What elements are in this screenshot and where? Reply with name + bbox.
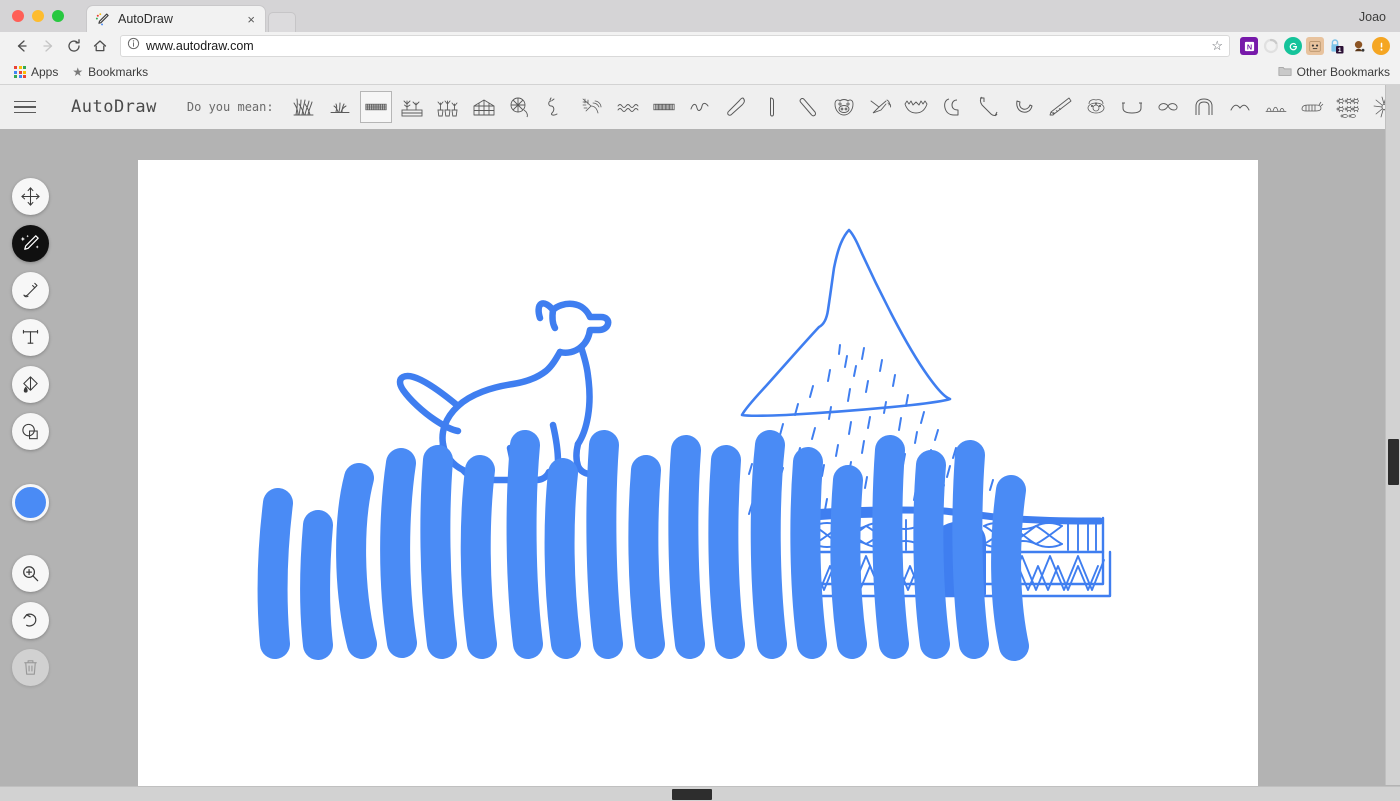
suggestion-squiggle[interactable]	[684, 91, 716, 123]
lastpass-extension-icon[interactable]: 1	[1328, 37, 1346, 55]
folder-icon	[1278, 65, 1292, 80]
browser-tab-autodraw[interactable]: AutoDraw ×	[86, 5, 266, 32]
close-window-button[interactable]	[12, 10, 24, 22]
loading-spinner-extension-icon[interactable]	[1262, 37, 1280, 55]
autodraw-tool[interactable]	[12, 225, 49, 262]
autodraw-pencil-icon	[95, 12, 110, 27]
alert-extension-icon[interactable]	[1372, 37, 1390, 55]
suggestion-bat[interactable]	[900, 91, 932, 123]
suggestion-flexed-arm[interactable]	[936, 91, 968, 123]
onenote-extension-icon[interactable]: N	[1240, 37, 1258, 55]
browser-toolbar: www.autodraw.com ☆ N 1	[0, 32, 1400, 60]
zoom-tool[interactable]	[12, 555, 49, 592]
bookmark-star-icon[interactable]: ☆	[1211, 38, 1223, 54]
window-traffic-lights	[0, 10, 64, 32]
suggestion-bird-silhouette[interactable]	[1224, 91, 1256, 123]
close-tab-button[interactable]: ×	[245, 13, 257, 26]
url-text[interactable]: www.autodraw.com	[146, 39, 1205, 53]
suggestion-fence[interactable]	[359, 91, 392, 123]
other-bookmarks-label: Other Bookmarks	[1296, 65, 1390, 79]
zoom-window-button[interactable]	[52, 10, 64, 22]
rail-divider-2	[12, 531, 49, 545]
suggestion-grass-short[interactable]	[324, 91, 356, 123]
suggestion-waves[interactable]	[612, 91, 644, 123]
suggestion-banana[interactable]	[1008, 91, 1040, 123]
profile-name[interactable]: Joao	[1359, 10, 1386, 24]
suggestion-greenhouse[interactable]	[468, 91, 500, 123]
extensions-area: N 1	[1238, 37, 1390, 55]
tool-rail	[12, 178, 49, 686]
forward-button[interactable]	[36, 34, 60, 58]
address-bar[interactable]: www.autodraw.com ☆	[120, 35, 1230, 57]
vertical-scrollbar-thumb[interactable]	[1388, 439, 1399, 485]
hamburger-menu-icon[interactable]	[14, 92, 44, 122]
bookmarks-folder-shortcut[interactable]: ★ Bookmarks	[68, 65, 152, 79]
apps-label: Apps	[31, 65, 59, 79]
suggestion-ants[interactable]	[1332, 91, 1364, 123]
svg-text:N: N	[1246, 42, 1251, 51]
background-tab-stub[interactable]	[268, 12, 296, 32]
suggestion-saw[interactable]	[1044, 91, 1076, 123]
svg-text:1: 1	[1338, 47, 1342, 54]
grammarly-extension-icon[interactable]	[1284, 37, 1302, 55]
suggestion-pig-face[interactable]	[828, 91, 860, 123]
suggestion-bowl[interactable]	[1116, 91, 1148, 123]
suggestion-nail-file[interactable]	[756, 91, 788, 123]
suggestion-rotary-phone[interactable]	[1080, 91, 1112, 123]
delete-tool[interactable]	[12, 649, 49, 686]
home-button[interactable]	[88, 34, 112, 58]
suggestion-list	[286, 91, 1400, 123]
other-bookmarks-shortcut[interactable]: Other Bookmarks	[1278, 65, 1390, 80]
color-picker[interactable]	[12, 484, 49, 521]
suggestion-grass-tall[interactable]	[288, 91, 320, 123]
suggestion-arch[interactable]	[1188, 91, 1220, 123]
browser-window: AutoDraw × Joao www.autodraw.com ☆ N 1 A…	[0, 0, 1400, 801]
text-tool[interactable]	[12, 319, 49, 356]
bookmarks-label: Bookmarks	[88, 65, 149, 79]
undo-tool[interactable]	[12, 602, 49, 639]
suggestion-baseball-bat[interactable]	[720, 91, 752, 123]
suggestion-comb[interactable]	[648, 91, 680, 123]
reload-button[interactable]	[62, 34, 86, 58]
tab-strip: AutoDraw × Joao	[0, 0, 1400, 32]
suggestion-planter-box[interactable]	[396, 91, 428, 123]
bookmarks-bar: Apps ★ Bookmarks Other Bookmarks	[0, 60, 1400, 85]
apps-shortcut[interactable]: Apps	[10, 65, 62, 79]
autodraw-brand: AutoDraw	[71, 97, 157, 117]
star-icon: ★	[72, 65, 84, 79]
rail-divider	[12, 460, 49, 474]
suggestion-hills[interactable]	[1260, 91, 1292, 123]
select-move-tool[interactable]	[12, 178, 49, 215]
back-button[interactable]	[10, 34, 34, 58]
suggestion-stick[interactable]	[792, 91, 824, 123]
fill-tool[interactable]	[12, 366, 49, 403]
draw-tool[interactable]	[12, 272, 49, 309]
tab-title: AutoDraw	[118, 12, 173, 26]
drawing-canvas[interactable]	[138, 160, 1258, 801]
shape-tool[interactable]	[12, 413, 49, 450]
avatar-extension-icon[interactable]	[1350, 37, 1368, 55]
suggestion-potted-plants[interactable]	[432, 91, 464, 123]
suggestion-shower-head[interactable]	[576, 91, 608, 123]
info-circle-icon[interactable]	[127, 37, 140, 55]
suggestion-bird-flying[interactable]	[864, 91, 896, 123]
suggestion-caterpillar[interactable]	[1296, 91, 1328, 123]
suggestion-frying-pan[interactable]	[504, 91, 536, 123]
minimize-window-button[interactable]	[32, 10, 44, 22]
suggestion-telephone-handset[interactable]	[972, 91, 1004, 123]
suggestion-worm[interactable]	[540, 91, 572, 123]
vertical-scrollbar[interactable]	[1385, 85, 1400, 785]
canvas-artwork	[138, 160, 1258, 801]
apps-grid-icon	[14, 66, 26, 78]
autodraw-page: AutoDraw Do you mean:	[0, 85, 1400, 801]
do-you-mean-label: Do you mean:	[186, 100, 274, 114]
horizontal-scrollbar-thumb[interactable]	[672, 789, 712, 800]
robot-extension-icon[interactable]	[1306, 37, 1324, 55]
suggestion-mustache[interactable]	[1152, 91, 1184, 123]
horizontal-scrollbar[interactable]	[0, 786, 1400, 801]
autodraw-header: AutoDraw Do you mean:	[0, 85, 1400, 129]
